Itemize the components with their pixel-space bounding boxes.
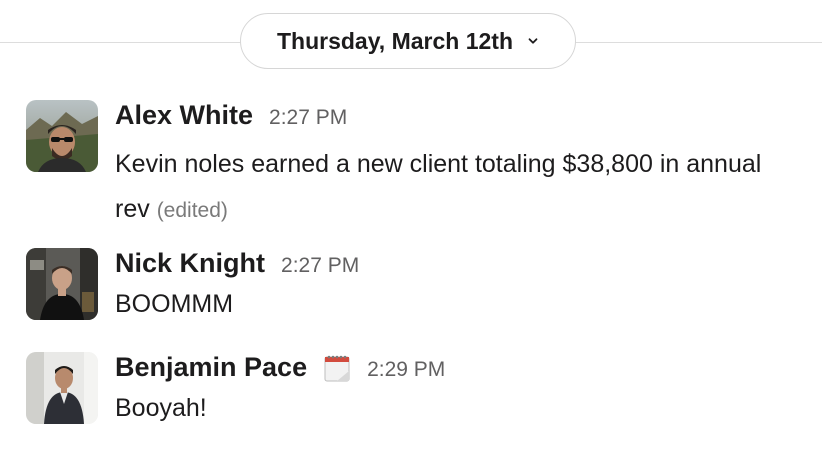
author-name[interactable]: Benjamin Pace (115, 352, 307, 383)
author-name[interactable]: Nick Knight (115, 248, 265, 279)
avatar[interactable] (26, 248, 98, 320)
message-text: Booyah! (115, 386, 802, 431)
message-pane: Thursday, March 12th Alex White 2:27 PM … (0, 0, 822, 450)
avatar-photo (26, 352, 98, 424)
message-body: Booyah! (115, 394, 207, 422)
date-divider-button[interactable]: Thursday, March 12th (240, 13, 576, 69)
message-timestamp[interactable]: 2:27 PM (269, 106, 347, 130)
message-text: BOOMMM (115, 282, 802, 327)
edited-label: (edited) (156, 199, 228, 222)
message-text: Kevin noles earned a new client totaling… (115, 142, 802, 233)
message-timestamp[interactable]: 2:27 PM (281, 254, 359, 278)
message-body: BOOMMM (115, 290, 234, 318)
date-divider-label: Thursday, March 12th (276, 27, 514, 54)
avatar-photo (26, 100, 98, 172)
avatar[interactable] (26, 352, 98, 424)
avatar[interactable] (26, 100, 98, 172)
author-name[interactable]: Alex White (115, 100, 253, 131)
avatar-photo (26, 248, 98, 320)
chevron-down-icon (528, 38, 538, 44)
message-timestamp[interactable]: 2:29 PM (367, 358, 445, 382)
spiral-calendar-icon[interactable] (323, 353, 351, 383)
